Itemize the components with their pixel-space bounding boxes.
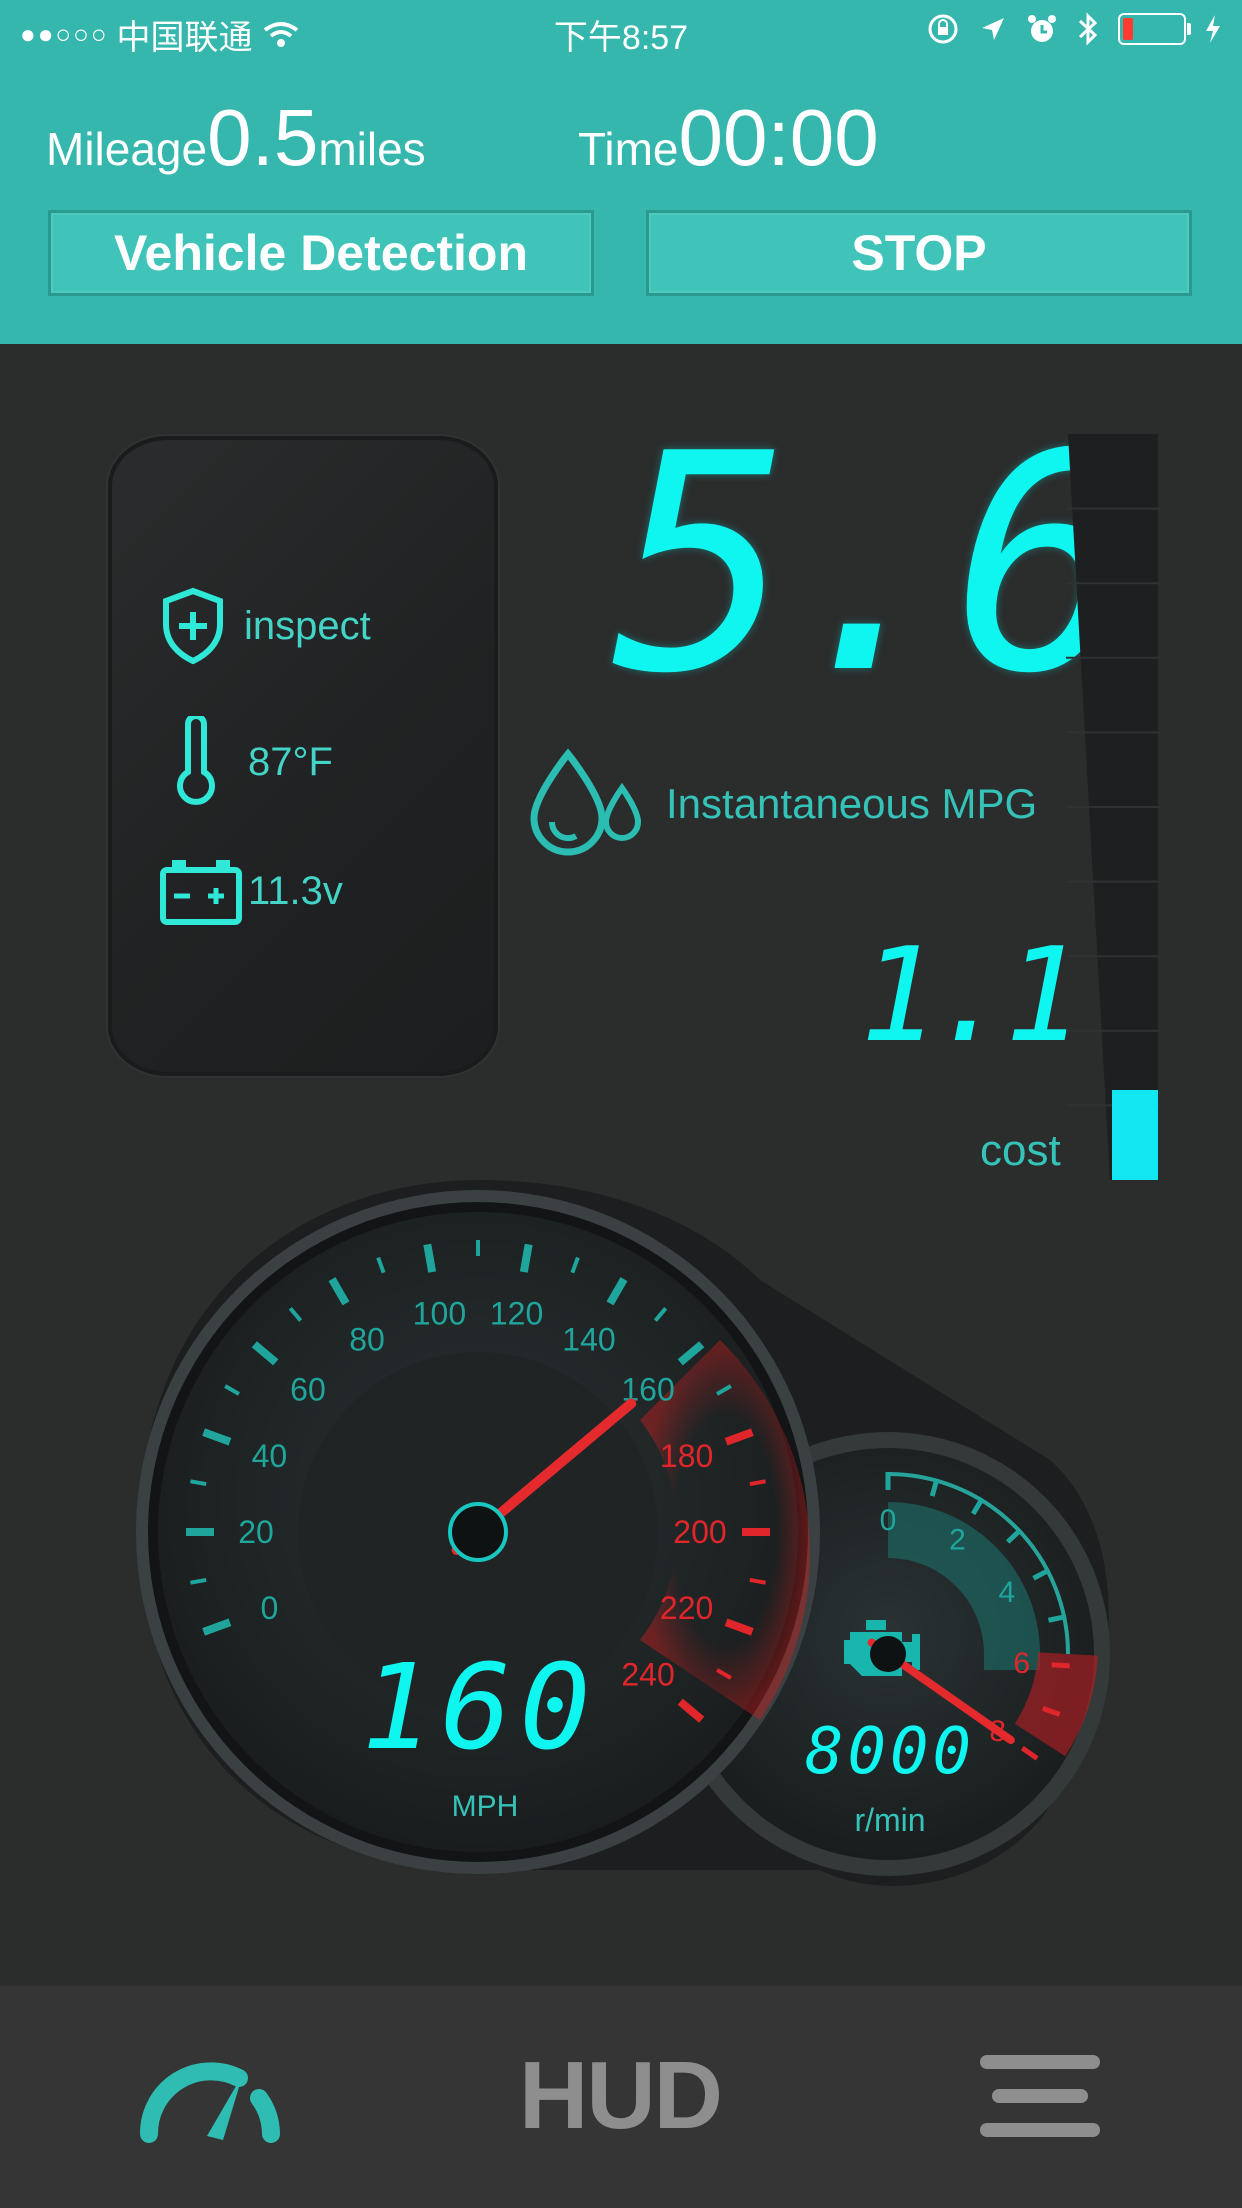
thermometer-icon	[177, 716, 215, 805]
inspect-row[interactable]: inspect	[158, 586, 371, 666]
rpm-tick-label: 0	[880, 1504, 897, 1537]
rpm-tick	[1051, 1662, 1070, 1669]
cost-level-bar	[1066, 434, 1160, 1180]
time-label: Time	[578, 123, 679, 175]
speed-tick	[519, 1243, 533, 1273]
speed-tick-label: 140	[562, 1322, 615, 1358]
mileage-unit: miles	[318, 123, 426, 175]
header: ●●○○○ 中国联通 下午8:57 Mileage 0.5 miles Time…	[0, 0, 1242, 344]
speed-tick	[423, 1243, 437, 1273]
speed-tick	[190, 1577, 207, 1585]
speed-tick-label: 60	[290, 1371, 326, 1407]
status-bar: ●●○○○ 中国联通 下午8:57	[0, 0, 1242, 64]
mileage-readout: Mileage 0.5 miles	[46, 98, 426, 178]
inspect-label: inspect	[244, 603, 371, 648]
vehicle-detection-button[interactable]: Vehicle Detection	[48, 210, 594, 296]
instant-mpg-value: 5.6	[612, 390, 1134, 739]
speed-tick	[190, 1479, 207, 1487]
location-icon	[982, 18, 1004, 40]
speed-tick-label: 180	[660, 1438, 713, 1474]
time-readout: Time 00:00	[578, 98, 879, 178]
speed-tick	[749, 1577, 766, 1585]
cost-value: 1.1	[860, 919, 1083, 1071]
gauge-cluster: 020406080100120140160180200220240 02468	[136, 1180, 1110, 1886]
temperature-value: 87°F	[248, 739, 333, 784]
battery-icon	[1118, 13, 1191, 45]
shield-plus-icon	[163, 587, 223, 665]
menu-icon	[980, 2055, 1100, 2137]
instant-mpg-label: Instantaneous MPG	[666, 780, 1038, 827]
battery-voltage-icon	[160, 860, 242, 925]
vehicle-info-panel: inspect 87°F 11.3v	[108, 436, 498, 1076]
rpm-unit: r/min	[854, 1802, 926, 1838]
rpm-tick-label: 4	[999, 1576, 1016, 1609]
fuel-drops-icon	[530, 748, 642, 856]
speed-tick-label: 200	[673, 1514, 726, 1550]
tab-hud[interactable]: HUD	[519, 2026, 723, 2166]
speed-value: 160	[361, 1638, 599, 1776]
voltage-value: 11.3v	[248, 868, 343, 913]
rotation-lock-icon	[928, 14, 958, 44]
speed-unit: MPH	[451, 1790, 519, 1823]
speed-tick-label: 40	[252, 1438, 288, 1474]
bluetooth-icon	[1078, 12, 1098, 46]
rpm-tick-label: 2	[949, 1523, 966, 1556]
hud-label: HUD	[519, 2042, 723, 2149]
alarm-icon	[1028, 15, 1056, 42]
tab-dashboard[interactable]	[130, 2026, 290, 2166]
temperature-row: 87°F	[172, 716, 333, 808]
speed-tick-label: 0	[260, 1590, 278, 1626]
time-value: 00:00	[678, 93, 879, 182]
status-right	[926, 12, 1222, 46]
mileage-label: Mileage	[46, 123, 208, 175]
voltage-row: 11.3v	[158, 856, 343, 926]
mileage-value: 0.5	[207, 93, 319, 182]
speed-tick-label: 20	[238, 1514, 274, 1550]
mpg-label-row: Instantaneous MPG	[526, 748, 1037, 860]
rpm-value: 8000	[804, 1715, 976, 1789]
speed-tick-label: 100	[413, 1295, 466, 1331]
speed-tick	[749, 1479, 766, 1487]
speed-tick-label: 220	[660, 1590, 713, 1626]
speedometer-icon	[139, 2062, 280, 2143]
rpm-tick-label: 6	[1013, 1647, 1030, 1680]
charging-icon	[1206, 15, 1220, 43]
tab-menu[interactable]	[970, 2026, 1110, 2166]
tab-bar: HUD	[0, 1986, 1242, 2208]
speed-tick-label: 80	[349, 1322, 385, 1358]
stop-button[interactable]: STOP	[646, 210, 1192, 296]
speed-tick-label: 120	[490, 1295, 543, 1331]
